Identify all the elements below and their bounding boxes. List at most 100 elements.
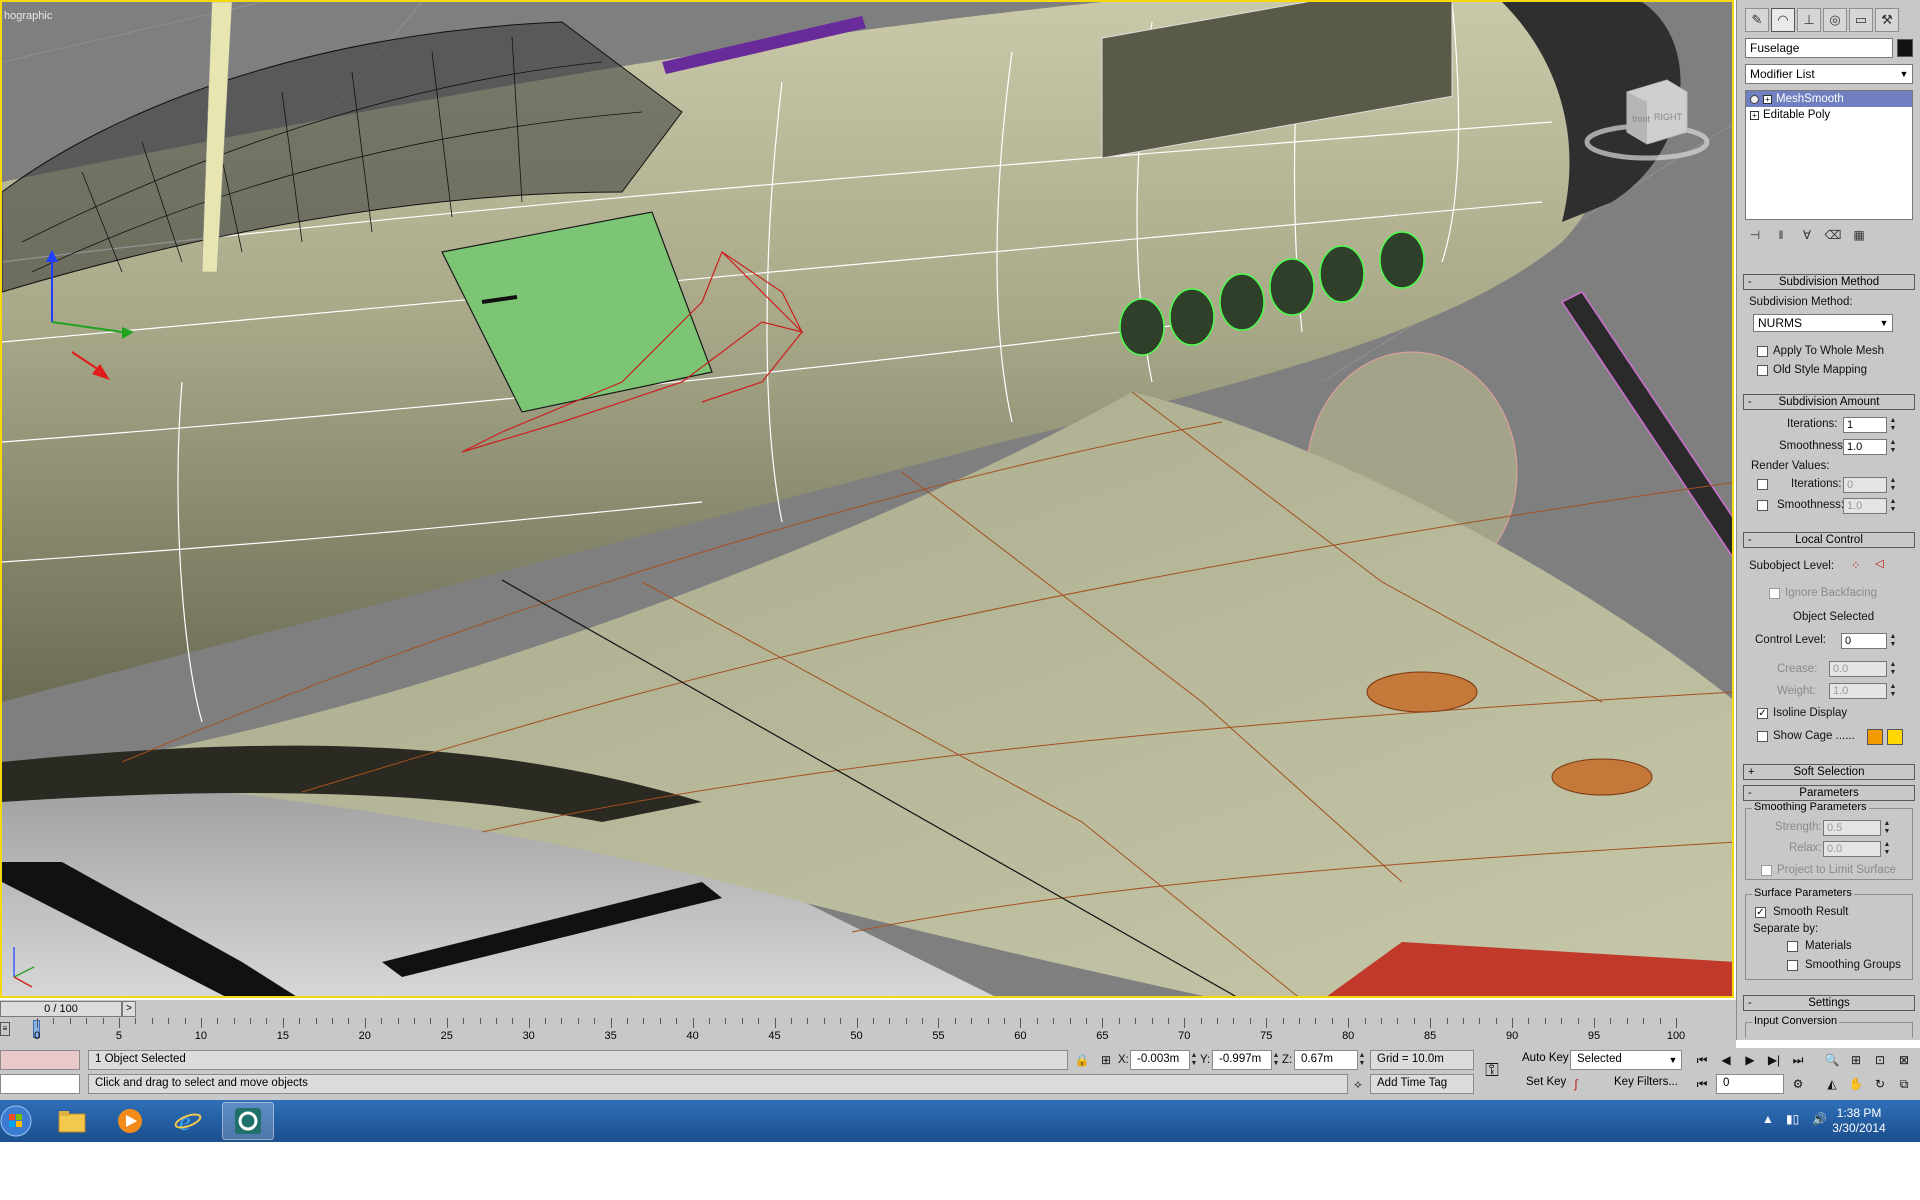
spinner-arrows-icon[interactable]: ▲ ▼ (1889, 477, 1897, 493)
crease-spinner[interactable]: 0.0 (1829, 661, 1887, 677)
old-style-mapping-checkbox[interactable] (1757, 365, 1768, 376)
cage-color-swatch-1[interactable] (1867, 729, 1883, 745)
go-to-start-icon[interactable]: ⏮ (1692, 1050, 1712, 1070)
add-time-tag[interactable]: Add Time Tag (1370, 1074, 1474, 1094)
next-frame-icon[interactable]: ▶| (1764, 1050, 1784, 1070)
maximize-viewport-icon[interactable]: ⧉ (1894, 1074, 1914, 1094)
orbit-icon[interactable]: ↻ (1870, 1074, 1890, 1094)
modifier-list-dropdown[interactable]: Modifier List ▼ (1745, 64, 1913, 84)
expand-icon[interactable]: + (1750, 110, 1759, 120)
show-end-result-icon[interactable]: ‖ (1771, 225, 1791, 245)
y-coordinate-field[interactable]: -0.997m (1212, 1050, 1272, 1070)
smoothing-groups-checkbox[interactable] (1787, 960, 1798, 971)
internet-explorer-taskbar-button[interactable]: e (162, 1102, 214, 1140)
motion-icon[interactable]: ◎ (1823, 8, 1847, 32)
viewcube[interactable]: front RIGHT (1582, 72, 1712, 162)
control-level-spinner[interactable]: 0 (1841, 633, 1887, 649)
show-cage-checkbox[interactable] (1757, 731, 1768, 742)
rollout-settings[interactable]: - Settings (1743, 995, 1915, 1011)
apply-whole-mesh-checkbox[interactable] (1757, 346, 1768, 357)
spinner-arrows-icon[interactable]: ▲ ▼ (1889, 417, 1897, 433)
lock-selection-icon[interactable]: 🔒 (1072, 1050, 1092, 1070)
rollout-subdivision-method[interactable]: - Subdivision Method (1743, 274, 1915, 290)
clock[interactable]: 1:38 PM 3/30/2014 (1814, 1106, 1904, 1136)
weight-spinner[interactable]: 1.0 (1829, 683, 1887, 699)
modify-icon[interactable]: ◠ (1771, 8, 1795, 32)
show-hidden-icons-icon[interactable]: ▲ (1762, 1112, 1774, 1126)
zoom-extents-icon[interactable]: ⊡ (1870, 1050, 1890, 1070)
z-coordinate-field[interactable]: 0.67m (1294, 1050, 1358, 1070)
time-configuration-icon[interactable]: ⚙ (1788, 1074, 1808, 1094)
stack-item-editable-poly[interactable]: + Editable Poly (1746, 107, 1912, 123)
subdivision-method-dropdown[interactable]: NURMS ▼ (1753, 314, 1893, 332)
trackbar[interactable]: ≡ 0 5 10 15 20 25 30 35 40 45 50 55 60 65 70 75 80 85 90 95… (0, 1018, 1736, 1048)
project-limit-checkbox[interactable] (1761, 865, 1772, 876)
stack-item-meshsmooth[interactable]: + MeshSmooth (1746, 91, 1912, 107)
spinner-arrows-icon[interactable]: ▲ ▼ (1889, 439, 1897, 455)
pan-icon[interactable]: ✋ (1846, 1074, 1866, 1094)
render-smoothness-spinner[interactable]: 1.0 (1843, 498, 1887, 514)
time-tag-icon[interactable]: ⟡ (1348, 1074, 1368, 1094)
rollout-local-control[interactable]: - Local Control (1743, 532, 1915, 548)
expand-icon[interactable]: + (1763, 94, 1772, 104)
remove-modifier-icon[interactable]: ⌫ (1823, 225, 1843, 245)
key-mode-dropdown[interactable]: Selected ▼ (1570, 1050, 1682, 1070)
viewport-label[interactable]: hographic (4, 10, 52, 22)
materials-checkbox[interactable] (1787, 941, 1798, 952)
modifier-stack[interactable]: + MeshSmooth + Editable Poly (1745, 90, 1913, 220)
key-icon[interactable]: ⚿ (1482, 1060, 1502, 1080)
trackbar-menu-icon[interactable]: ≡ (0, 1022, 10, 1036)
maxscript-listener-mini[interactable] (0, 1050, 80, 1070)
next-frame-button[interactable]: > (122, 1001, 136, 1017)
go-to-end-icon[interactable]: ⏭ (1788, 1050, 1808, 1070)
media-player-taskbar-button[interactable] (104, 1102, 156, 1140)
smoothness-spinner[interactable]: 1.0 (1843, 439, 1887, 455)
start-button[interactable] (0, 1102, 40, 1140)
explorer-taskbar-button[interactable] (46, 1102, 98, 1140)
spinner-arrows-icon[interactable]: ▲ ▼ (1272, 1052, 1280, 1068)
render-smoothness-checkbox[interactable] (1757, 500, 1768, 511)
bulb-icon[interactable] (1750, 94, 1759, 104)
display-icon[interactable]: ▭ (1849, 8, 1873, 32)
time-slider-thumb[interactable]: 0 / 100 (0, 1001, 122, 1017)
render-iterations-spinner[interactable]: 0 (1843, 477, 1887, 493)
set-key-button[interactable]: Set Key (1522, 1074, 1570, 1094)
zoom-icon[interactable]: 🔍 (1822, 1050, 1842, 1070)
zoom-all-icon[interactable]: ⊞ (1846, 1050, 1866, 1070)
isoline-display-checkbox[interactable]: ✓ (1757, 708, 1768, 719)
object-color-swatch[interactable] (1897, 39, 1913, 57)
edge-subobject-icon[interactable]: ◁ (1875, 556, 1884, 570)
configure-sets-icon[interactable]: ▦ (1849, 225, 1869, 245)
absolute-mode-icon[interactable]: ⊞ (1096, 1050, 1116, 1070)
spinner-arrows-icon[interactable]: ▲ ▼ (1889, 633, 1897, 649)
cage-color-swatch-2[interactable] (1887, 729, 1903, 745)
spinner-arrows-icon[interactable]: ▲ ▼ (1883, 841, 1891, 857)
x-coordinate-field[interactable]: -0.003m (1130, 1050, 1190, 1070)
strength-spinner[interactable]: 0.5 (1823, 820, 1881, 836)
ignore-backfacing-checkbox[interactable] (1769, 588, 1780, 599)
smooth-result-checkbox[interactable]: ✓ (1755, 907, 1766, 918)
3ds-max-taskbar-button[interactable] (222, 1102, 274, 1140)
vertex-subobject-icon[interactable]: ⁘ (1851, 558, 1861, 572)
object-name-field[interactable]: Fuselage (1745, 38, 1893, 58)
relax-spinner[interactable]: 0.0 (1823, 841, 1881, 857)
hierarchy-icon[interactable]: ⊥ (1797, 8, 1821, 32)
spinner-arrows-icon[interactable]: ▲ ▼ (1889, 683, 1897, 699)
rollout-subdivision-amount[interactable]: - Subdivision Amount (1743, 394, 1915, 410)
network-icon[interactable]: ▮▯ (1786, 1112, 1799, 1126)
spinner-arrows-icon[interactable]: ▲ ▼ (1889, 498, 1897, 514)
perspective-viewport[interactable]: hographic front RIGHT (0, 0, 1734, 998)
key-mode-toggle-icon[interactable]: ⏮ (1692, 1074, 1712, 1094)
key-filters-button[interactable]: Key Filters... (1610, 1074, 1682, 1094)
current-frame-field[interactable]: 0 (1716, 1074, 1784, 1094)
zoom-extents-all-icon[interactable]: ⊠ (1894, 1050, 1914, 1070)
scene-render[interactable] (2, 2, 1734, 998)
play-icon[interactable]: ▶ (1740, 1050, 1760, 1070)
render-iterations-checkbox[interactable] (1757, 479, 1768, 490)
pin-stack-icon[interactable]: ⊣ (1745, 225, 1765, 245)
spinner-arrows-icon[interactable]: ▲ ▼ (1883, 820, 1891, 836)
spinner-arrows-icon[interactable]: ▲ ▼ (1190, 1052, 1198, 1068)
spinner-arrows-icon[interactable]: ▲ ▼ (1358, 1052, 1366, 1068)
spinner-arrows-icon[interactable]: ▲ ▼ (1889, 661, 1897, 677)
rollout-soft-selection[interactable]: + Soft Selection (1743, 764, 1915, 780)
